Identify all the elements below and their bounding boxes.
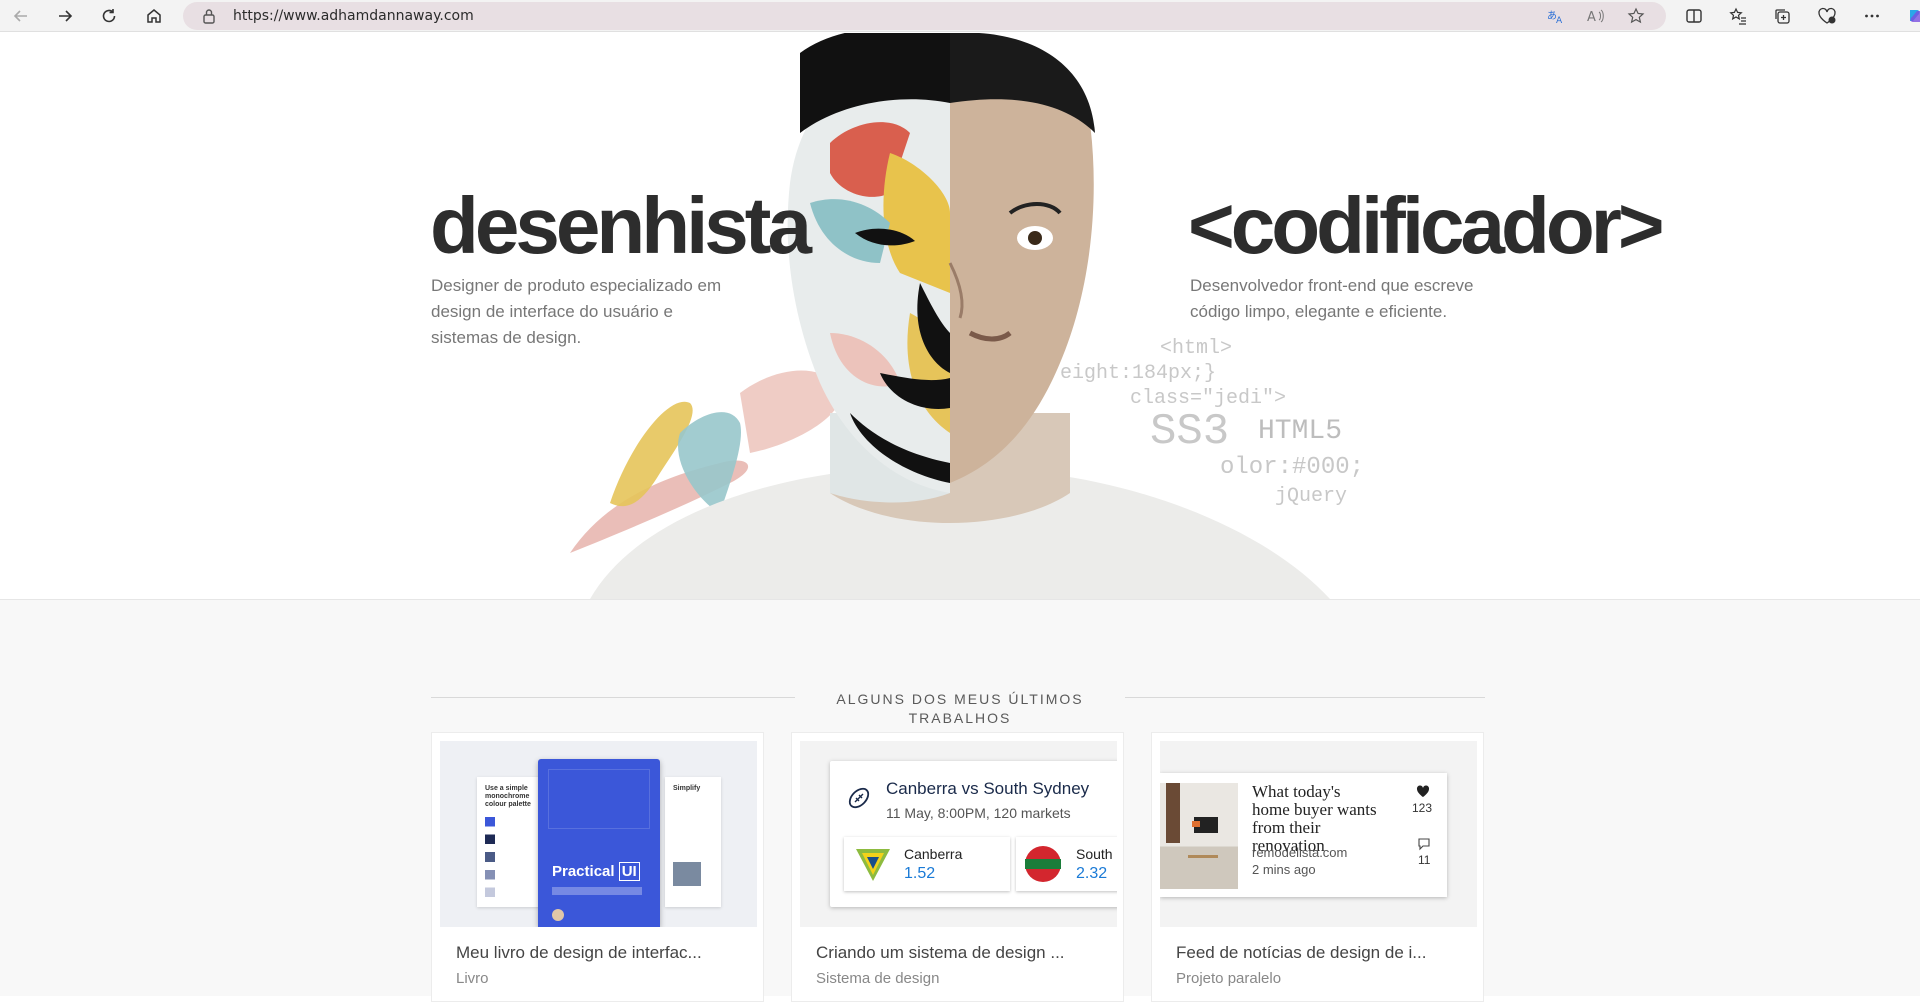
coder-description: Desenvolvedor front-end que escreve códi…: [1190, 276, 1474, 321]
work-card-book[interactable]: Use a simple monochrome colour palette S…: [431, 732, 764, 1002]
code-line: <html>: [1160, 337, 1232, 360]
work-card-design-system[interactable]: Canberra vs South Sydney 11 May, 8:00PM,…: [791, 732, 1124, 1002]
page-image: [673, 862, 701, 886]
match-card: Canberra vs South Sydney 11 May, 8:00PM,…: [830, 761, 1117, 907]
refresh-icon: [102, 9, 116, 23]
card-category: Sistema de design: [816, 970, 940, 987]
favorites-list-icon: [1729, 7, 1746, 25]
design-system-thumbnail: Canberra vs South Sydney 11 May, 8:00PM,…: [800, 741, 1117, 927]
svg-text:A: A: [1587, 10, 1596, 24]
lock-icon: [202, 8, 216, 29]
author-avatar: [552, 909, 564, 921]
feed-item: What today's home buyer wants from their…: [1160, 773, 1447, 897]
match-details: 11 May, 8:00PM, 120 markets: [886, 805, 1071, 821]
back-button[interactable]: [8, 3, 34, 29]
book-cover: Practical UI: [538, 759, 660, 927]
code-snippets: <html> eight:184px;} class="jedi"> SS3 H…: [1060, 337, 1364, 508]
cover-grid: [548, 769, 650, 829]
photo-face-half: [948, 33, 1095, 483]
book-page-left: Use a simple monochrome colour palette: [477, 777, 547, 907]
divider: [1125, 697, 1485, 698]
team-name: Canberra: [904, 846, 963, 862]
card-title[interactable]: Meu livro de design de interfac...: [456, 943, 702, 963]
designer-title: desenhista: [430, 181, 812, 270]
home-button[interactable]: [141, 3, 167, 29]
split-screen-icon: [1686, 9, 1702, 23]
ellipsis-icon: [1865, 14, 1879, 18]
card-category: Projeto paralelo: [1176, 970, 1282, 987]
copilot-button[interactable]: [1902, 3, 1920, 29]
team-odds-card: Canberra 1.52: [844, 837, 1010, 891]
book-title-ui: UI: [618, 862, 640, 881]
match-title: Canberra vs South Sydney: [886, 779, 1090, 798]
rugby-ball-icon: [846, 785, 872, 816]
browser-essentials-button[interactable]: [1814, 3, 1840, 29]
collections-icon: [1775, 9, 1790, 24]
team-name: South: [1076, 846, 1113, 862]
favorites-button[interactable]: [1725, 3, 1751, 29]
feed-source: remodelista.com: [1252, 845, 1348, 860]
book-page-right: Simplify: [665, 777, 721, 907]
code-line: HTML5: [1258, 416, 1342, 447]
card-title[interactable]: Criando um sistema de design ...: [816, 943, 1065, 963]
cover-tagline: [552, 887, 642, 895]
heart-pulse-icon: [1818, 7, 1836, 24]
copilot-icon: [1910, 10, 1920, 22]
feed-image: [1160, 783, 1238, 889]
latest-works-section: ALGUNS DOS MEUS ÚLTIMOS TRABALHOS Use a …: [0, 599, 1920, 1002]
read-aloud-icon[interactable]: A: [1586, 6, 1606, 26]
code-line: olor:#000;: [1220, 454, 1364, 481]
news-feed-thumbnail: What today's home buyer wants from their…: [1160, 741, 1477, 927]
section-title: ALGUNS DOS MEUS ÚLTIMOS TRABALHOS: [836, 691, 1084, 726]
hero-section: <html> eight:184px;} class="jedi"> SS3 H…: [0, 33, 1920, 599]
arrow-left-icon: [13, 10, 27, 22]
arrow-right-icon: [59, 10, 73, 22]
forward-button[interactable]: [52, 3, 78, 29]
coder-title: <codificador>: [1188, 181, 1665, 270]
team-odds-card: South 2.32: [1016, 837, 1117, 891]
work-card-news-feed[interactable]: What today's home buyer wants from their…: [1151, 732, 1484, 1002]
more-menu-button[interactable]: [1859, 3, 1885, 29]
book-thumbnail: Use a simple monochrome colour palette S…: [440, 741, 757, 927]
comment-count: 11: [1418, 853, 1431, 867]
browser-toolbar: https://www.adhamdannaway.com あA A: [0, 0, 1920, 32]
code-line: SS3: [1150, 407, 1229, 457]
canberra-logo-icon: [854, 845, 892, 888]
code-line: jQuery: [1275, 485, 1347, 508]
team-odds: 2.32: [1076, 865, 1108, 882]
favorite-star-icon[interactable]: [1626, 6, 1646, 26]
refresh-button[interactable]: [96, 3, 122, 29]
page-heading: Simplify: [673, 785, 701, 792]
divider: [431, 697, 795, 698]
page-heading: Use a simple monochrome colour palette: [485, 785, 531, 808]
like-count: 123: [1412, 801, 1433, 815]
address-bar[interactable]: https://www.adhamdannaway.com あA A: [183, 2, 1666, 30]
south-sydney-logo-icon: [1024, 845, 1062, 888]
team-odds: 1.52: [904, 865, 936, 882]
home-icon: [147, 9, 161, 23]
code-line: eight:184px;}: [1060, 362, 1216, 385]
url-text[interactable]: https://www.adhamdannaway.com: [233, 8, 474, 24]
feed-timestamp: 2 mins ago: [1252, 862, 1316, 877]
palette-swatches: [485, 817, 495, 897]
book-title: Practical: [552, 863, 615, 880]
card-title[interactable]: Feed de notícias de design de i...: [1176, 943, 1426, 963]
collections-button[interactable]: [1769, 3, 1795, 29]
designer-description: Designer de produto especializado em des…: [431, 276, 722, 347]
svg-text:A: A: [1556, 16, 1563, 24]
split-screen-button[interactable]: [1681, 3, 1707, 29]
translate-icon[interactable]: あA: [1546, 6, 1566, 26]
card-category: Livro: [456, 970, 489, 987]
